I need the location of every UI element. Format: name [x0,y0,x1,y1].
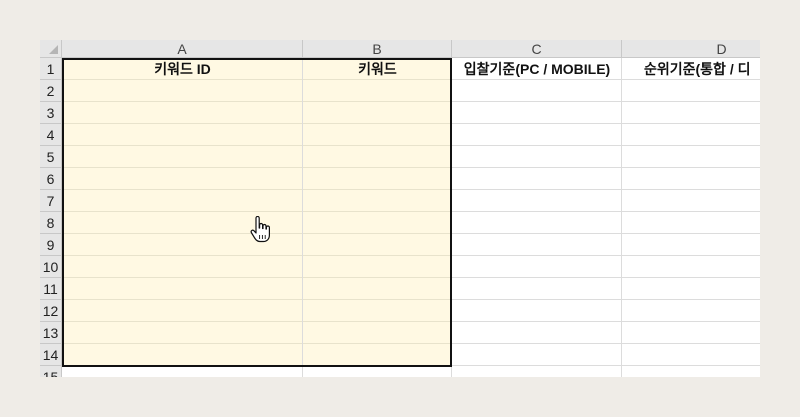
column-header-b[interactable]: B [303,40,452,58]
row-header-8[interactable]: 8 [40,212,62,234]
select-all-triangle-icon [49,45,58,54]
column-header-d[interactable]: D [622,40,760,58]
cell-d1[interactable]: 순위기준(통합 / 디 [622,58,760,80]
selected-range-border [62,58,452,367]
row-header-10[interactable]: 10 [40,256,62,278]
column-header-a[interactable]: A [62,40,303,58]
row-header-11[interactable]: 11 [40,278,62,300]
row-header-15[interactable]: 15 [40,366,62,377]
table-row [62,366,760,377]
cell-c1[interactable]: 입찰기준(PC / MOBILE) [452,58,622,80]
row-header-13[interactable]: 13 [40,322,62,344]
row-header-1[interactable]: 1 [40,58,62,80]
row-header-14[interactable]: 14 [40,344,62,366]
hand-pointer-icon [250,216,270,243]
row-header-2[interactable]: 2 [40,80,62,102]
gridline-d [621,58,622,377]
row-header-7[interactable]: 7 [40,190,62,212]
row-header-12[interactable]: 12 [40,300,62,322]
row-header-9[interactable]: 9 [40,234,62,256]
row-header-5[interactable]: 5 [40,146,62,168]
row-header-4[interactable]: 4 [40,124,62,146]
column-header-c[interactable]: C [452,40,622,58]
row-header-3[interactable]: 3 [40,102,62,124]
select-all-corner[interactable] [40,40,62,58]
row-header-6[interactable]: 6 [40,168,62,190]
spreadsheet: A B C D 1 2 3 4 5 6 7 8 9 10 11 12 13 14 15 키워드 ID 키워드… [40,40,760,377]
